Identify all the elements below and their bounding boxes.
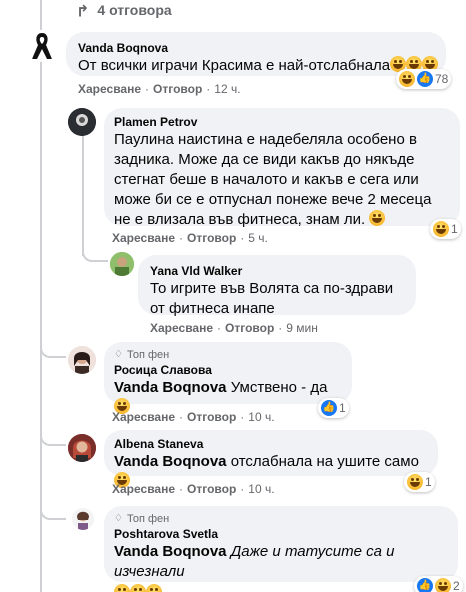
avatar[interactable]	[72, 508, 94, 530]
comment-bubble: ♢ Топ фен Poshtarova Svetla Vanda Boqnov…	[104, 506, 458, 592]
comment-author[interactable]: Vanda Boqnova	[78, 40, 434, 56]
comment-bubble: Plamen Petrov Паулина наистина е надебел…	[104, 108, 460, 228]
profile-photo-icon	[110, 252, 134, 276]
haha-reaction-icon	[433, 221, 449, 237]
thread-line	[40, 0, 42, 30]
comment-bubble: Albena Staneva Vanda Boqnova отслабнала …	[104, 430, 438, 488]
reply-connector	[82, 240, 108, 262]
like-reaction-icon: 👍	[321, 400, 337, 416]
like-link[interactable]: Харесване	[78, 82, 141, 96]
comment-text: Vanda Boqnova Даже и татусите са и изчез…	[114, 543, 395, 580]
comment-bubble: ♢ Топ фен Росица Славова Vanda Boqnova У…	[104, 342, 352, 414]
diamond-icon: ♢	[114, 349, 123, 360]
like-reaction-icon: 👍	[417, 578, 433, 592]
like-link[interactable]: Харесване	[112, 410, 175, 424]
comment-time[interactable]: 10 ч.	[248, 410, 274, 424]
comment-bubble: Yana Vld Walker То игрите във Волята са …	[138, 255, 416, 317]
mention-link[interactable]: Vanda Boqnova	[114, 543, 227, 560]
comment-text: То игрите във Волята са по-здрави от фит…	[150, 280, 394, 317]
reply-link[interactable]: Отговор	[187, 231, 236, 245]
reply-link[interactable]: Отговор	[225, 321, 274, 335]
like-link[interactable]: Харесване	[150, 321, 213, 335]
laugh-emoji-icon	[114, 584, 130, 592]
top-fan-badge: ♢ Топ фен	[114, 349, 170, 361]
like-link[interactable]: Харесване	[112, 482, 175, 496]
reaction-count: 1	[425, 475, 432, 489]
reaction-summary[interactable]: 1	[404, 472, 435, 492]
comment-actions: Харесване · Отговор · 9 мин	[150, 321, 318, 335]
laugh-emoji-icon	[130, 584, 146, 592]
comment-text: От всички играчи Красима е най-отслабнал…	[78, 56, 439, 76]
reply-connector	[40, 424, 66, 446]
thread-line	[82, 128, 84, 256]
grin-emoji-icon	[369, 210, 386, 226]
comment-time[interactable]: 5 ч.	[248, 231, 268, 245]
comment-author[interactable]: Poshtarova Svetla	[114, 526, 448, 542]
comment-author[interactable]: Росица Славова	[114, 362, 342, 378]
profile-photo-icon	[72, 508, 94, 530]
profile-photo-icon	[68, 346, 96, 374]
reply-arrow-icon: ↳	[76, 1, 90, 18]
reaction-count: 1	[451, 222, 458, 236]
diamond-icon: ♢	[114, 513, 123, 524]
comment-actions: Харесване · Отговор · 12 ч.	[78, 82, 241, 96]
comment-author[interactable]: Albena Staneva	[114, 436, 428, 452]
replies-toggle[interactable]: ↳ 4 отговора	[76, 0, 172, 20]
comment-time[interactable]: 9 мин	[286, 321, 318, 335]
reaction-summary[interactable]: 1	[430, 219, 461, 239]
black-ribbon-icon	[32, 33, 52, 59]
avatar[interactable]	[26, 30, 58, 62]
comment-text: Паулина наистина е надебеляла особено в …	[114, 131, 432, 228]
avatar[interactable]	[68, 108, 96, 136]
reply-link[interactable]: Отговор	[153, 82, 202, 96]
comment-time[interactable]: 12 ч.	[214, 82, 240, 96]
mention-link[interactable]: Vanda Boqnova	[114, 379, 227, 396]
reaction-count: 1	[339, 401, 346, 415]
reaction-count: 78	[435, 72, 449, 86]
reply-link[interactable]: Отговор	[187, 410, 236, 424]
profile-photo-icon	[68, 108, 96, 136]
emoji-row	[114, 584, 448, 592]
reply-link[interactable]: Отговор	[187, 482, 236, 496]
profile-photo-icon	[68, 434, 96, 462]
replies-count-label: 4 отговора	[97, 2, 172, 18]
comment-actions: Харесване · Отговор · 5 ч.	[112, 231, 268, 245]
avatar[interactable]	[68, 346, 96, 374]
reply-connector	[40, 496, 66, 520]
comment-time[interactable]: 10 ч.	[248, 482, 274, 496]
haha-reaction-icon	[399, 71, 415, 87]
haha-reaction-icon	[435, 578, 451, 592]
reply-connector	[40, 338, 66, 358]
comment-actions: Харесване · Отговор · 10 ч.	[112, 410, 275, 424]
reaction-summary[interactable]: 👍 1	[318, 398, 349, 418]
avatar[interactable]	[68, 434, 96, 462]
like-link[interactable]: Харесване	[112, 231, 175, 245]
avatar[interactable]	[110, 252, 134, 276]
comment-actions: Харесване · Отговор · 10 ч.	[112, 482, 275, 496]
reaction-summary[interactable]: 👍 2	[414, 576, 463, 592]
reaction-count: 2	[453, 579, 460, 592]
reaction-summary[interactable]: 👍 78	[396, 69, 452, 89]
comment-bubble: Vanda Boqnova От всички играчи Красима е…	[66, 32, 446, 76]
mention-link[interactable]: Vanda Boqnova	[114, 453, 227, 470]
comment-author[interactable]: Yana Vld Walker	[150, 263, 404, 279]
top-fan-badge: ♢ Топ фен	[114, 513, 170, 525]
like-reaction-icon: 👍	[417, 71, 433, 87]
haha-reaction-icon	[407, 474, 423, 490]
comment-author[interactable]: Plamen Petrov	[114, 114, 450, 130]
laugh-emoji-icon	[146, 584, 162, 592]
